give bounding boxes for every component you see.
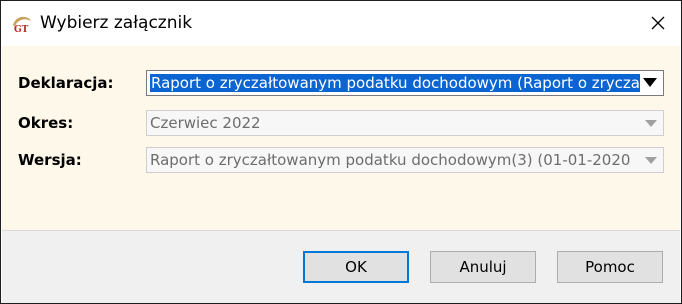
button-bar: OK Anuluj Pomoc: [2, 230, 680, 303]
version-dropdown[interactable]: Raport o zryczałtowanym podatku dochodow…: [146, 147, 664, 173]
close-icon: [651, 16, 665, 30]
cancel-button[interactable]: Anuluj: [430, 251, 536, 283]
form-area: Deklaracja: Raport o zryczałtowanym poda…: [2, 46, 680, 230]
declaration-value: Raport o zryczałtowanym podatku dochodow…: [150, 74, 640, 92]
period-value: Czerwiec 2022: [150, 114, 261, 132]
declaration-label: Deklaracja:: [18, 74, 114, 92]
title-bar: GT Wybierz załącznik: [1, 1, 681, 45]
chevron-down-icon[interactable]: [643, 78, 657, 87]
version-label: Wersja:: [18, 151, 82, 169]
svg-text:GT: GT: [14, 25, 29, 33]
close-button[interactable]: [635, 1, 681, 45]
chevron-down-icon[interactable]: [645, 157, 657, 164]
period-dropdown[interactable]: Czerwiec 2022: [146, 110, 664, 136]
ok-button[interactable]: OK: [303, 251, 409, 283]
chevron-down-icon[interactable]: [645, 120, 657, 127]
period-label: Okres:: [18, 114, 74, 132]
declaration-dropdown[interactable]: Raport o zryczałtowanym podatku dochodow…: [146, 70, 664, 96]
version-value: Raport o zryczałtowanym podatku dochodow…: [150, 151, 636, 169]
help-button[interactable]: Pomoc: [557, 251, 663, 283]
dialog-window: GT Wybierz załącznik Deklaracja: Raport …: [0, 0, 682, 304]
dialog-title: Wybierz załącznik: [40, 13, 193, 33]
gt-logo-icon: GT: [13, 16, 31, 33]
